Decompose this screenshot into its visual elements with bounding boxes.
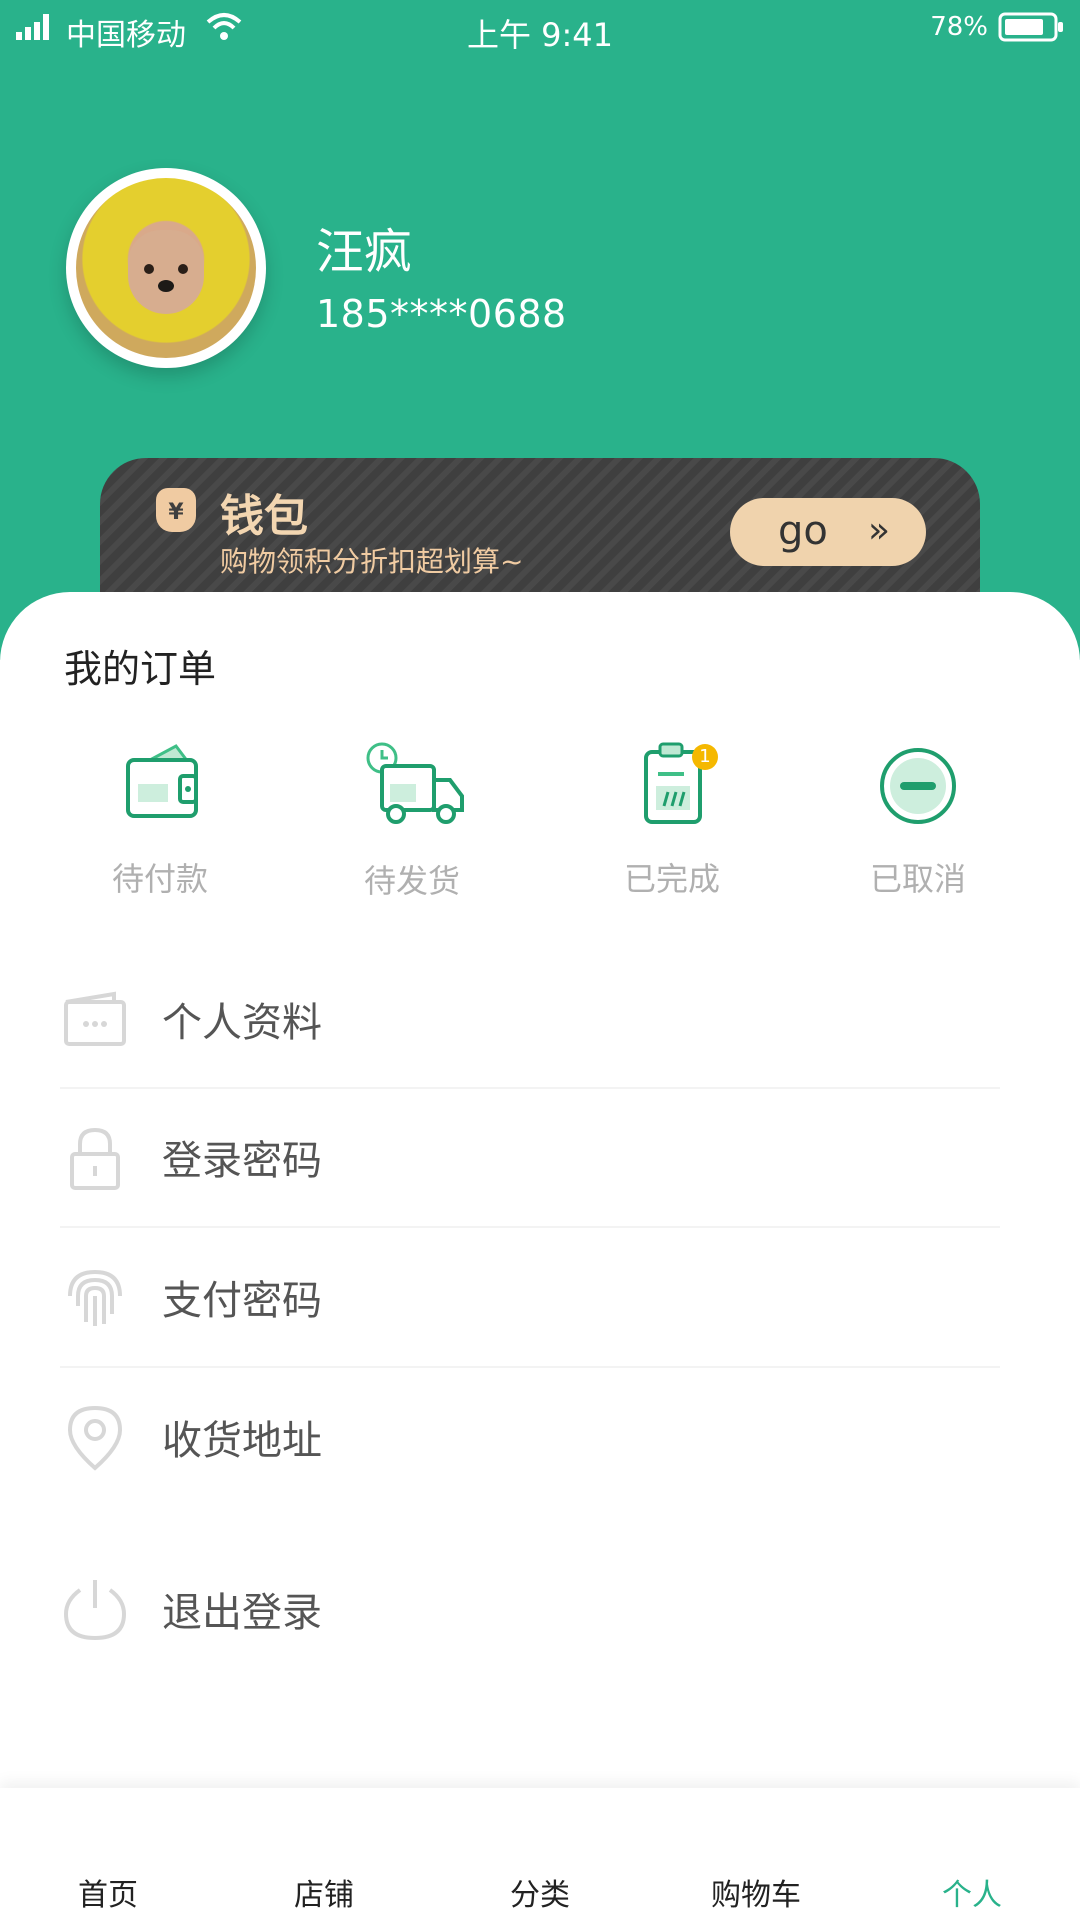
order-label: 已完成 bbox=[623, 860, 720, 898]
menu-item-address[interactable]: 收货地址 bbox=[60, 1378, 1000, 1498]
order-completed[interactable]: 1 已完成 bbox=[572, 740, 772, 900]
status-time: 上午 9:41 bbox=[466, 16, 614, 54]
wallet-icon bbox=[126, 744, 198, 818]
divider bbox=[60, 1366, 1000, 1368]
menu-label: 收货地址 bbox=[162, 1418, 322, 1464]
tab-home[interactable]: 首页 bbox=[0, 1788, 216, 1920]
category-icon bbox=[508, 1806, 572, 1866]
tab-label: 个人 bbox=[942, 1878, 1002, 1913]
fingerprint-icon bbox=[68, 1269, 122, 1326]
go-label: go bbox=[778, 508, 828, 554]
lock-icon bbox=[70, 1127, 120, 1190]
orders-title: 我的订单 bbox=[64, 647, 217, 691]
menu-label: 支付密码 bbox=[162, 1278, 322, 1324]
divider bbox=[60, 1087, 1000, 1089]
order-label: 已取消 bbox=[869, 860, 966, 898]
divider bbox=[60, 1226, 1000, 1228]
menu-label: 退出登录 bbox=[162, 1590, 322, 1636]
avatar-face bbox=[128, 230, 204, 314]
avatar-nose bbox=[158, 280, 174, 292]
menu-item-logout[interactable]: 退出登录 bbox=[60, 1550, 1000, 1670]
avatar[interactable] bbox=[66, 168, 266, 368]
tab-label: 分类 bbox=[510, 1878, 570, 1913]
menu-item-login-password[interactable]: 登录密码 bbox=[60, 1098, 1000, 1218]
order-label: 待发货 bbox=[363, 862, 460, 900]
minus-circle-icon bbox=[880, 748, 956, 824]
tab-label: 购物车 bbox=[711, 1878, 801, 1913]
tab-category[interactable]: 分类 bbox=[432, 1788, 648, 1920]
status-bar: 中国移动 上午 9:41 78% bbox=[0, 0, 1080, 60]
tab-label: 首页 bbox=[78, 1878, 138, 1913]
tab-store[interactable]: 店铺 bbox=[216, 1788, 432, 1920]
wallet-subtitle: 购物领积分折扣超划算~ bbox=[220, 545, 524, 578]
tab-label: 店铺 bbox=[294, 1878, 354, 1913]
store-icon bbox=[292, 1806, 356, 1866]
order-pending-shipment[interactable]: 待发货 bbox=[312, 740, 512, 900]
battery-percent: 78% bbox=[930, 12, 988, 42]
tab-cart[interactable]: 购物车 bbox=[648, 1788, 864, 1920]
home-icon bbox=[76, 1806, 140, 1866]
location-pin-icon bbox=[67, 1405, 123, 1471]
delivery-truck-icon bbox=[366, 742, 464, 824]
menu-item-profile[interactable]: 个人资料 bbox=[60, 960, 1000, 1080]
wallet-go-button[interactable]: go » bbox=[730, 498, 926, 566]
menu-label: 个人资料 bbox=[162, 1000, 322, 1046]
power-icon bbox=[63, 1580, 127, 1641]
avatar-eye bbox=[144, 264, 154, 274]
menu-item-pay-password[interactable]: 支付密码 bbox=[60, 1238, 1000, 1358]
order-cancelled[interactable]: 已取消 bbox=[818, 740, 1018, 900]
avatar-eye bbox=[178, 264, 188, 274]
menu-label: 登录密码 bbox=[162, 1138, 322, 1184]
wallet-title: 钱包 bbox=[220, 491, 308, 542]
battery-icon bbox=[998, 12, 1063, 42]
user-phone: 185****0688 bbox=[316, 292, 567, 336]
profile-card-icon bbox=[64, 991, 126, 1046]
user-name: 汪疯 bbox=[316, 224, 413, 280]
double-chevron-right-icon: » bbox=[868, 510, 891, 551]
tab-profile[interactable]: 个人 bbox=[864, 1788, 1080, 1920]
user-icon bbox=[940, 1806, 1004, 1866]
bottom-tab-bar: 首页 店铺 分类 购物车 个人 bbox=[0, 1788, 1080, 1920]
order-label: 待付款 bbox=[111, 860, 208, 898]
cart-icon bbox=[724, 1806, 788, 1866]
avatar-image bbox=[76, 178, 256, 358]
money-bag-icon: ¥ bbox=[156, 488, 196, 532]
order-badge: 1 bbox=[692, 744, 718, 770]
order-pending-payment[interactable]: 待付款 bbox=[60, 740, 260, 900]
